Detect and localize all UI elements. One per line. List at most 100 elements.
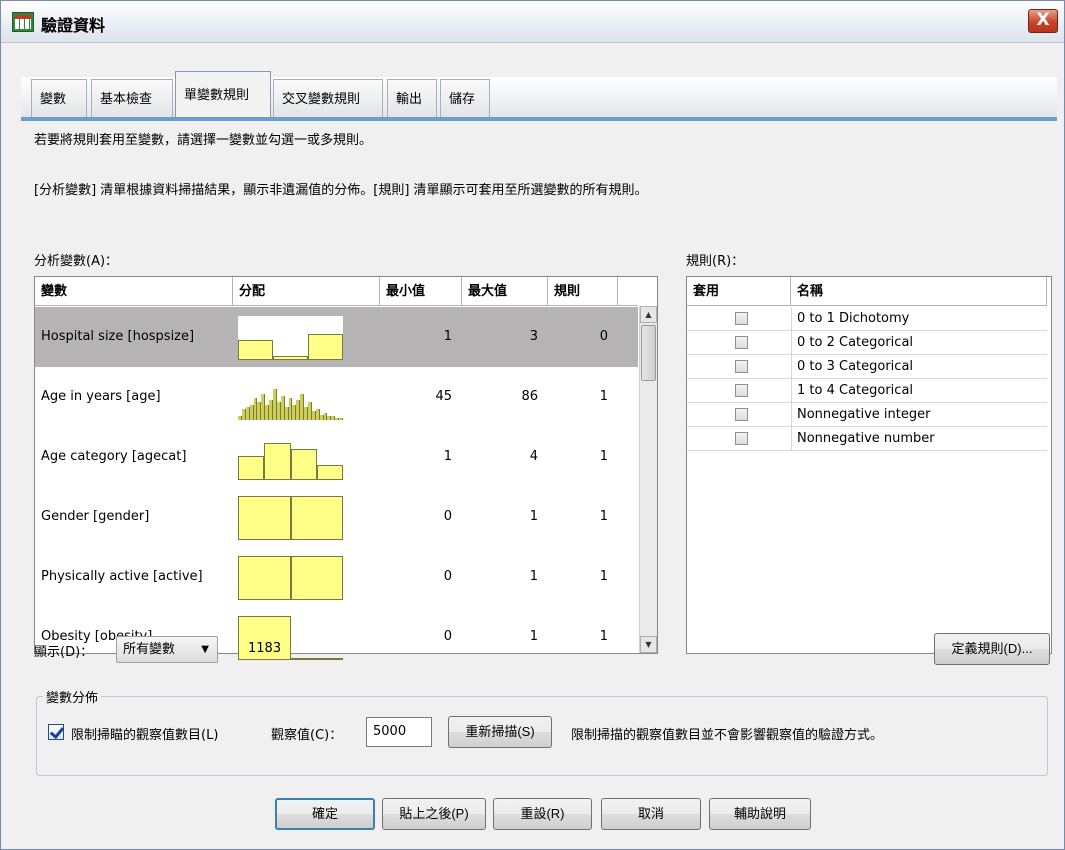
limit-cases-label: 限制掃瞄的觀察值數目(L) xyxy=(71,728,219,743)
distribution-bar xyxy=(273,355,308,360)
column-header-distribution[interactable]: 分配 xyxy=(233,277,380,306)
variable-count: 1183 xyxy=(248,641,282,656)
distribution-bar xyxy=(316,464,343,480)
rule-row[interactable]: 0 to 3 Categorical xyxy=(687,355,1047,379)
column-divider xyxy=(791,331,792,355)
rule-row[interactable]: Nonnegative number xyxy=(687,427,1047,451)
ok-button[interactable]: 確定 xyxy=(275,798,375,830)
minimum-cell: 0 xyxy=(443,569,452,584)
tab-single-variable-rules[interactable]: 單變數規則 xyxy=(175,71,271,117)
apply-rule-checkbox[interactable] xyxy=(735,312,748,325)
paste-button[interactable]: 貼上之後(P) xyxy=(382,798,486,830)
table-row[interactable]: Gender [gender] 0 1 1 xyxy=(35,487,638,547)
variable-name-cell: Age in years [age] xyxy=(41,389,161,404)
rule-name: Nonnegative integer xyxy=(797,407,931,422)
scroll-thumb[interactable] xyxy=(641,325,656,381)
maximum-cell: 4 xyxy=(529,449,538,464)
display-dropdown-value: 所有變數 xyxy=(123,642,176,657)
variable-name-cell: Gender [gender] xyxy=(41,509,150,524)
vertical-scrollbar[interactable]: ▲ ▼ xyxy=(639,306,657,653)
column-header-apply[interactable]: 套用 xyxy=(687,277,791,306)
apply-rule-checkbox[interactable] xyxy=(735,432,748,445)
distribution-chart xyxy=(238,556,343,600)
analysis-variables-list[interactable]: 變數 分配 最小值 最大值 規則 Hospital size [hospsize… xyxy=(34,276,658,660)
column-divider xyxy=(791,307,792,331)
rules-list[interactable]: 套用 名稱 0 to 1 Dichotomy 0 to 2 Categorical… xyxy=(686,276,1052,654)
rule-name: 0 to 3 Categorical xyxy=(797,359,914,374)
define-rules-button[interactable]: 定義規則(D)... xyxy=(934,633,1050,665)
rules-count-cell: 0 xyxy=(599,329,608,344)
distribution-bar xyxy=(290,496,343,540)
variable-name-cell: Age category [agecat] xyxy=(41,449,187,464)
column-divider xyxy=(791,379,792,403)
minimum-cell: 1 xyxy=(443,329,452,344)
cancel-button[interactable]: 取消 xyxy=(601,798,701,830)
variable-distribution-group-title: 變數分佈 xyxy=(43,687,102,706)
maximum-cell: 1 xyxy=(529,509,538,524)
dropdown-arrow-icon: ▼ xyxy=(201,644,209,655)
rules-count-cell: 1 xyxy=(599,509,608,524)
distribution-bar xyxy=(238,340,273,360)
column-header-rules[interactable]: 規則 xyxy=(548,277,618,306)
rule-row[interactable]: 0 to 1 Dichotomy xyxy=(687,307,1047,331)
table-row[interactable]: Age in years [age] 45 86 1 xyxy=(35,367,638,427)
tab-cross-variable-rules[interactable]: 交叉變數規則 xyxy=(273,79,383,117)
help-button[interactable]: 輔助說明 xyxy=(709,798,811,830)
column-header-filler xyxy=(618,277,638,306)
rescan-button[interactable]: 重新掃描(S) xyxy=(448,716,552,748)
distribution-bar xyxy=(290,556,343,600)
display-dropdown[interactable]: 所有變數 ▼ xyxy=(116,636,218,663)
apply-rule-checkbox[interactable] xyxy=(735,384,748,397)
distribution-bar xyxy=(238,556,291,600)
maximum-cell: 1 xyxy=(529,629,538,644)
rules-count-cell: 1 xyxy=(599,569,608,584)
apply-rule-checkbox[interactable] xyxy=(735,360,748,373)
display-label: 顯示(D)： xyxy=(34,645,94,660)
distribution-bar xyxy=(264,442,291,480)
rule-name: 0 to 2 Categorical xyxy=(797,335,914,350)
scroll-down-arrow-icon[interactable]: ▼ xyxy=(640,636,657,653)
variable-name-cell: Hospital size [hospsize] xyxy=(41,329,195,344)
window-title: 驗證資料 xyxy=(41,16,106,35)
distribution-bar xyxy=(308,333,343,360)
apply-rule-checkbox[interactable] xyxy=(735,408,748,421)
rules-count-cell: 1 xyxy=(599,389,608,404)
rule-name: 0 to 1 Dichotomy xyxy=(797,311,910,326)
column-header-name[interactable]: 名稱 xyxy=(791,277,1047,306)
close-button[interactable]: X xyxy=(1028,9,1058,33)
spreadsheet-icon xyxy=(12,12,34,32)
limit-cases-checkbox[interactable] xyxy=(48,724,64,740)
minimum-cell: 0 xyxy=(443,509,452,524)
table-row[interactable]: Physically active [active] 0 1 1 xyxy=(35,547,638,607)
distribution-chart xyxy=(238,436,343,480)
distribution-bar xyxy=(238,455,265,480)
distribution-chart xyxy=(238,316,343,360)
rules-count-cell: 1 xyxy=(599,629,608,644)
tab-basic-checks[interactable]: 基本檢查 xyxy=(91,79,173,117)
rule-row[interactable]: 0 to 2 Categorical xyxy=(687,331,1047,355)
tab-output[interactable]: 輸出 xyxy=(387,79,437,117)
cases-label: 觀察值(C)： xyxy=(271,728,343,743)
rule-row[interactable]: Nonnegative integer xyxy=(687,403,1047,427)
distribution-chart xyxy=(238,496,343,540)
tab-save[interactable]: 儲存 xyxy=(440,79,490,117)
maximum-cell: 86 xyxy=(521,389,538,404)
table-row[interactable]: Age category [agecat] 1 4 1 xyxy=(35,427,638,487)
column-divider xyxy=(791,403,792,427)
table-row[interactable]: Hospital size [hospsize] 1 3 0 xyxy=(35,307,638,367)
column-divider xyxy=(791,355,792,379)
scroll-up-arrow-icon[interactable]: ▲ xyxy=(640,306,657,323)
tab-variables[interactable]: 變數 xyxy=(31,79,87,117)
cases-input[interactable]: 5000 xyxy=(366,717,432,747)
column-header-minimum[interactable]: 最小值 xyxy=(380,277,462,306)
rules-label: 規則(R)： xyxy=(686,254,745,269)
column-header-variable[interactable]: 變數 xyxy=(35,277,233,306)
apply-rule-checkbox[interactable] xyxy=(735,336,748,349)
distribution-bar xyxy=(238,496,291,540)
rule-row[interactable]: 1 to 4 Categorical xyxy=(687,379,1047,403)
rule-name: Nonnegative number xyxy=(797,431,935,446)
rescan-note: 限制掃描的觀察值數目並不會影響觀察值的驗證方式。 xyxy=(571,728,884,743)
column-header-maximum[interactable]: 最大值 xyxy=(462,277,548,306)
validate-data-dialog: 驗證資料 X 變數 基本檢查 單變數規則 交叉變數規則 輸出 儲存 若要將規則套… xyxy=(0,0,1065,850)
reset-button[interactable]: 重設(R) xyxy=(493,798,592,830)
